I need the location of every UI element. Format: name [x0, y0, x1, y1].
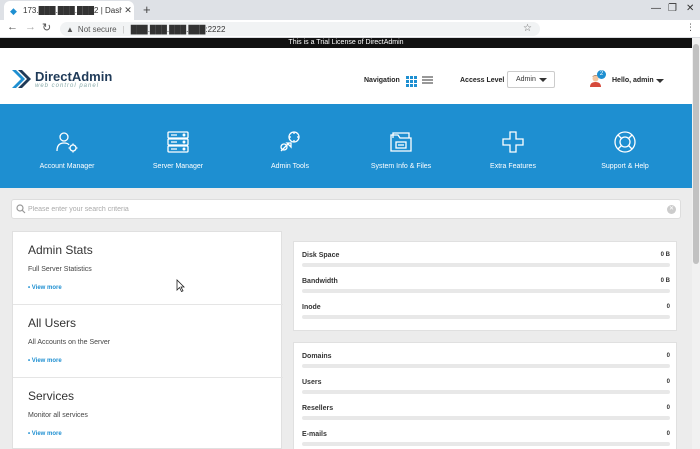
metric-value: 0 [666, 353, 670, 359]
browser-menu-icon[interactable]: ⋮ [686, 22, 695, 33]
restore-button[interactable]: ❐ [668, 3, 677, 14]
access-level-value: Admin [516, 76, 536, 83]
not-secure-label: Not secure [77, 24, 117, 34]
chevron-down-icon [539, 78, 547, 82]
address-bar: ← → ↻ ▲ Not secure | ███.███.███.███:222… [0, 20, 700, 53]
user-menu-chevron-icon[interactable] [656, 79, 664, 83]
url-separator: | [122, 24, 125, 34]
menu-system-info[interactable]: System Info & Files [346, 104, 456, 188]
metric-value: 0 [666, 431, 670, 437]
metric-label: E-mails [302, 431, 327, 438]
search-bar: ✕ [11, 199, 681, 219]
warning-icon: ▲ [66, 24, 74, 34]
app-header: DirectAdmin web control panel Navigation… [0, 48, 692, 104]
search-input[interactable] [28, 203, 648, 215]
menu-label: Admin Tools [270, 163, 309, 170]
tab-title: 173.███.███.███2 | Dashboard [23, 6, 122, 15]
tab-close-icon[interactable]: ✕ [122, 5, 134, 16]
browser-tab[interactable]: ◆ 173.███.███.███2 | Dashboard ✕ [4, 1, 134, 20]
card-description: All Accounts on the Server [28, 339, 111, 346]
metric-label: Resellers [302, 405, 334, 412]
url-field[interactable]: ▲ Not secure | ███.███.███.███:2222 ☆ [60, 22, 540, 36]
admin-stats-card: Admin Stats Full Server Statistics • Vie… [13, 232, 283, 305]
view-more-link[interactable]: • View more [28, 431, 62, 437]
navigation-label: Navigation [364, 77, 400, 84]
account-manager-icon [56, 132, 78, 153]
page-scrollbar[interactable] [692, 38, 700, 449]
card-title: Admin Stats [28, 243, 93, 257]
usage-bar [302, 315, 670, 319]
usage-bar [302, 416, 670, 420]
menu-server-manager[interactable]: Server Manager [123, 104, 233, 188]
view-more-link[interactable]: • View more [28, 285, 62, 291]
menu-label: Server Manager [152, 163, 204, 170]
menu-support-help[interactable]: Support & Help [570, 104, 680, 188]
reload-button[interactable]: ↻ [42, 21, 51, 34]
metric-label: Domains [302, 353, 332, 360]
access-level-label: Access Level [460, 77, 505, 84]
scrollbar-thumb[interactable] [693, 44, 699, 264]
usage-bar [302, 390, 670, 394]
metric-value: 0 [666, 405, 670, 411]
usage-bar [302, 442, 670, 446]
directadmin-favicon-icon: ◆ [10, 5, 17, 16]
all-users-card: All Users All Accounts on the Server • V… [13, 305, 283, 378]
window-close-button[interactable]: ✕ [686, 3, 694, 14]
search-icon [16, 204, 26, 214]
new-tab-button[interactable]: + [143, 2, 151, 17]
metric-value: 0 B [660, 278, 670, 284]
forward-button[interactable]: → [25, 21, 36, 33]
resource-usage-panel: Disk Space 0 B Bandwidth 0 B Inode 0 [293, 241, 677, 331]
server-manager-icon [167, 131, 189, 153]
menu-label: System Info & Files [370, 163, 432, 170]
usage-bar [302, 289, 670, 293]
metric-label: Disk Space [302, 252, 340, 259]
menu-label: Extra Features [490, 163, 536, 170]
card-description: Full Server Statistics [28, 266, 92, 273]
metric-value: 0 [666, 304, 670, 310]
notification-badge[interactable]: 2 [597, 70, 606, 79]
clear-search-icon[interactable]: ✕ [667, 205, 676, 214]
metric-label: Bandwidth [302, 278, 338, 285]
metric-label: Users [302, 379, 322, 386]
logo-name: DirectAdmin [35, 68, 113, 84]
system-info-icon [390, 132, 412, 152]
browser-tab-bar: ◆ 173.███.███.███2 | Dashboard ✕ + — ❐ ✕ [0, 0, 700, 20]
list-view-icon[interactable] [422, 76, 433, 87]
stats-column: Admin Stats Full Server Statistics • Vie… [12, 231, 283, 449]
admin-tools-icon [280, 131, 300, 152]
menu-account-manager[interactable]: Account Manager [12, 104, 122, 188]
directadmin-logo-icon [12, 70, 31, 88]
main-menu: Account Manager Server Manager Admin Too… [0, 104, 692, 188]
usage-bar [302, 263, 670, 267]
metric-value: 0 [666, 379, 670, 385]
menu-label: Account Manager [39, 163, 95, 170]
trial-license-banner: This is a Trial License of DirectAdmin [0, 38, 692, 48]
extra-features-icon [502, 131, 524, 153]
metric-value: 0 B [660, 252, 670, 258]
card-title: Services [28, 389, 75, 403]
support-help-icon [614, 131, 636, 153]
metric-label: Inode [302, 304, 321, 311]
greeting[interactable]: Hello, admin [612, 77, 654, 84]
card-title: All Users [28, 316, 77, 330]
card-description: Monitor all services [28, 412, 88, 419]
menu-admin-tools[interactable]: Admin Tools [235, 104, 345, 188]
bookmark-star-icon[interactable]: ☆ [523, 23, 532, 34]
mouse-cursor-icon [176, 279, 185, 292]
directadmin-logo[interactable]: DirectAdmin web control panel [10, 68, 112, 90]
url-text: ███.███.███.███:2222 [130, 24, 226, 34]
services-card: Services Monitor all services • View mor… [13, 378, 283, 449]
back-button[interactable]: ← [7, 21, 18, 33]
view-more-link[interactable]: • View more [28, 358, 62, 364]
menu-extra-features[interactable]: Extra Features [458, 104, 568, 188]
access-level-select[interactable]: Admin [507, 71, 555, 88]
account-counts-panel: Domains 0 Users 0 Resellers 0 E-mails 0 [293, 342, 677, 449]
menu-label: Support & Help [601, 163, 649, 170]
usage-bar [302, 364, 670, 368]
minimize-button[interactable]: — [651, 3, 661, 14]
grid-view-icon[interactable] [406, 76, 417, 87]
